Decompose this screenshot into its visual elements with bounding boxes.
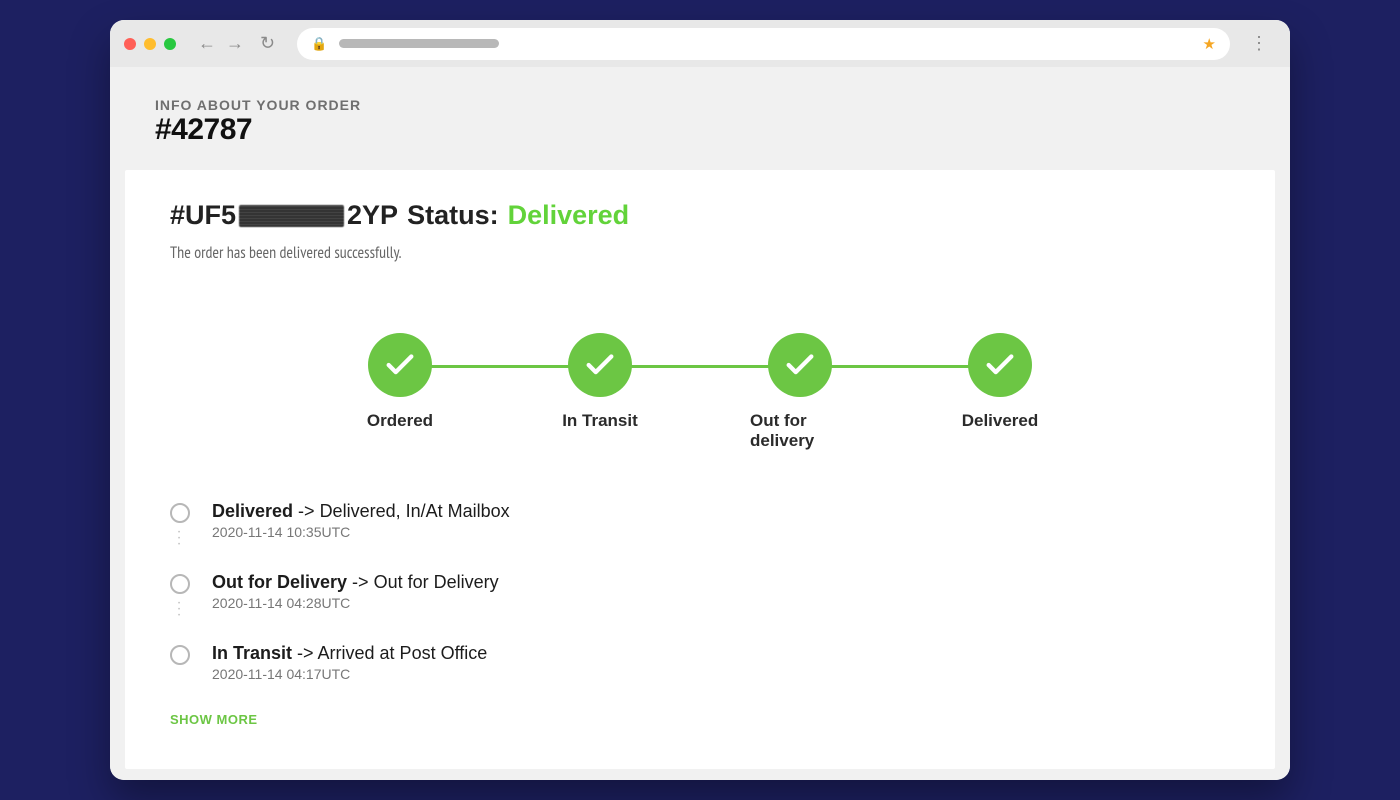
- status-subtext: The order has been delivered successfull…: [170, 243, 1230, 263]
- browser-menu-icon[interactable]: ⋮: [1250, 33, 1268, 54]
- event-title: Out for Delivery -> Out for Delivery: [212, 572, 1230, 593]
- bookmark-star-icon[interactable]: ★: [1203, 35, 1216, 53]
- event-detail: Arrived at Post Office: [318, 643, 488, 663]
- nav-controls: ← → ↻: [198, 33, 275, 54]
- event-marker-icon: [170, 503, 190, 523]
- progress-line: [420, 365, 980, 368]
- page-content: INFO ABOUT YOUR ORDER #42787 #UF5 2YP St…: [110, 67, 1290, 780]
- step-ordered: Ordered: [350, 333, 450, 431]
- order-header-eyebrow: INFO ABOUT YOUR ORDER: [155, 97, 1245, 113]
- address-bar[interactable]: 🔒 ★: [297, 28, 1230, 60]
- timeline-event: ••• In Transit -> Arrived at Post Office…: [170, 643, 1230, 690]
- step-label: Out for delivery: [750, 411, 850, 451]
- order-header: INFO ABOUT YOUR ORDER #42787: [125, 82, 1275, 170]
- show-more-button[interactable]: SHOW MORE: [170, 712, 258, 727]
- tracking-suffix: 2YP: [347, 200, 398, 231]
- step-in-transit: In Transit: [550, 333, 650, 431]
- timeline: ••• Delivered -> Delivered, In/At Mailbo…: [170, 501, 1230, 690]
- back-icon[interactable]: ←: [198, 33, 216, 54]
- order-number: #42787: [155, 115, 1245, 145]
- browser-window: ← → ↻ 🔒 ★ ⋮ INFO ABOUT YOUR ORDER #42787…: [110, 20, 1290, 780]
- event-stage: Delivered: [212, 501, 293, 521]
- event-detail: Out for Delivery: [374, 572, 499, 592]
- event-time: 2020-11-14 04:28UTC: [212, 595, 1230, 611]
- forward-icon[interactable]: →: [226, 33, 244, 54]
- tracking-redacted: [239, 205, 344, 227]
- url-placeholder: [339, 39, 499, 48]
- status-value: Delivered: [508, 200, 630, 231]
- timeline-event: ••• Out for Delivery -> Out for Delivery…: [170, 572, 1230, 619]
- check-icon: [368, 333, 432, 397]
- minimize-window-icon[interactable]: [144, 38, 156, 50]
- check-icon: [968, 333, 1032, 397]
- close-window-icon[interactable]: [124, 38, 136, 50]
- step-label: Delivered: [962, 411, 1039, 431]
- event-stage: Out for Delivery: [212, 572, 347, 592]
- status-label: Status:: [407, 200, 499, 231]
- step-out-for-delivery: Out for delivery: [750, 333, 850, 451]
- progress-tracker: Ordered In Transit Out for delivery: [350, 333, 1050, 451]
- event-time: 2020-11-14 04:17UTC: [212, 666, 1230, 682]
- tracking-status-line: #UF5 2YP Status: Delivered: [170, 200, 1230, 231]
- event-arrow: ->: [293, 501, 320, 521]
- event-arrow: ->: [347, 572, 374, 592]
- event-arrow: ->: [292, 643, 318, 663]
- timeline-event: ••• Delivered -> Delivered, In/At Mailbo…: [170, 501, 1230, 548]
- maximize-window-icon[interactable]: [164, 38, 176, 50]
- lock-icon: 🔒: [311, 36, 327, 52]
- event-time: 2020-11-14 10:35UTC: [212, 524, 1230, 540]
- browser-chrome: ← → ↻ 🔒 ★ ⋮: [110, 20, 1290, 67]
- event-marker-icon: [170, 574, 190, 594]
- event-stage: In Transit: [212, 643, 292, 663]
- refresh-icon[interactable]: ↻: [260, 33, 275, 54]
- event-title: Delivered -> Delivered, In/At Mailbox: [212, 501, 1230, 522]
- order-status-card: #UF5 2YP Status: Delivered The order has…: [125, 170, 1275, 769]
- tracking-prefix: #UF5: [170, 200, 236, 231]
- step-label: Ordered: [367, 411, 433, 431]
- event-connector: •••: [178, 598, 180, 621]
- check-icon: [768, 333, 832, 397]
- event-connector: •••: [178, 527, 180, 550]
- check-icon: [568, 333, 632, 397]
- traffic-lights: [124, 38, 176, 50]
- event-title: In Transit -> Arrived at Post Office: [212, 643, 1230, 664]
- event-marker-icon: [170, 645, 190, 665]
- event-detail: Delivered, In/At Mailbox: [320, 501, 510, 521]
- step-label: In Transit: [562, 411, 638, 431]
- step-delivered: Delivered: [950, 333, 1050, 431]
